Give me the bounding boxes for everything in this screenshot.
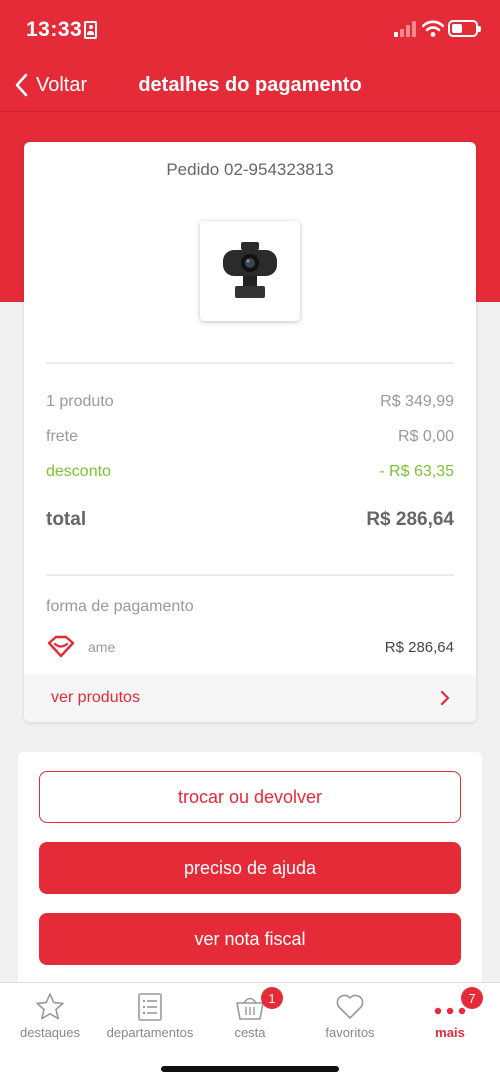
shipping-row: frete R$ 0,00 bbox=[46, 428, 454, 446]
shipping-value: R$ 0,00 bbox=[397, 428, 454, 445]
home-indicator bbox=[161, 1066, 339, 1072]
ame-logo-icon bbox=[47, 635, 75, 658]
discount-label: desconto bbox=[46, 463, 111, 480]
webcam-image bbox=[223, 242, 277, 298]
status-time: 13:33 bbox=[26, 18, 83, 41]
divider bbox=[46, 574, 454, 576]
help-button[interactable]: preciso de ajuda bbox=[39, 842, 461, 894]
battery-icon bbox=[448, 20, 481, 37]
tab-label: cesta bbox=[234, 1025, 266, 1040]
shipping-label: frete bbox=[46, 428, 79, 445]
list-icon bbox=[138, 993, 162, 1021]
tab-label: departamentos bbox=[106, 1025, 194, 1040]
signal-icon bbox=[394, 21, 418, 37]
chevron-right-icon bbox=[440, 690, 450, 706]
tab-departamentos[interactable]: departamentos bbox=[100, 983, 200, 1047]
order-number: Pedido 02-954323813 bbox=[166, 160, 334, 179]
products-label: 1 produto bbox=[46, 393, 114, 410]
tab-destaques[interactable]: destaques bbox=[0, 983, 100, 1047]
contact-card-icon bbox=[84, 21, 97, 39]
status-bar: 13:33 bbox=[0, 0, 500, 60]
invoice-button[interactable]: ver nota fiscal bbox=[39, 913, 461, 965]
page-title: detalhes do pagamento bbox=[138, 74, 362, 96]
divider bbox=[46, 362, 454, 364]
actions-card: trocar ou devolver preciso de ajuda ver … bbox=[18, 752, 482, 992]
products-row: 1 produto R$ 349,99 bbox=[46, 393, 454, 411]
tab-label: mais bbox=[435, 1025, 465, 1040]
payment-method-label: forma de pagamento bbox=[46, 598, 194, 615]
payment-method-row: ame R$ 286,64 bbox=[46, 632, 454, 662]
product-thumbnail[interactable] bbox=[200, 221, 300, 321]
payment-summary-card: Pedido 02-954323813 1 produto R$ 349,99 … bbox=[24, 142, 476, 722]
view-products-label: ver produtos bbox=[51, 689, 140, 706]
products-value: R$ 349,99 bbox=[380, 393, 454, 410]
tab-favoritos[interactable]: favoritos bbox=[300, 983, 400, 1047]
wifi-icon bbox=[422, 20, 444, 37]
tab-label: destaques bbox=[20, 1025, 80, 1040]
payment-amount: R$ 286,64 bbox=[384, 638, 454, 656]
tab-mais[interactable]: 7 mais bbox=[400, 983, 500, 1047]
view-products-link[interactable]: ver produtos bbox=[24, 674, 476, 722]
total-label: total bbox=[46, 509, 87, 530]
more-count-badge: 7 bbox=[461, 987, 483, 1009]
heart-icon bbox=[336, 994, 364, 1019]
payment-method-name: ame bbox=[88, 639, 116, 655]
navigation-bar: Voltar detalhes do pagamento bbox=[0, 60, 500, 112]
discount-value: - R$ 63,35 bbox=[379, 463, 454, 480]
return-button[interactable]: trocar ou devolver bbox=[39, 771, 461, 823]
tab-cesta[interactable]: 1 cesta bbox=[200, 983, 300, 1047]
tab-label: favoritos bbox=[325, 1025, 375, 1040]
total-value: R$ 286,64 bbox=[366, 509, 454, 530]
star-icon bbox=[36, 993, 64, 1020]
discount-row: desconto - R$ 63,35 bbox=[46, 463, 454, 481]
total-row: total R$ 286,64 bbox=[46, 509, 454, 531]
cart-count-badge: 1 bbox=[261, 987, 283, 1009]
